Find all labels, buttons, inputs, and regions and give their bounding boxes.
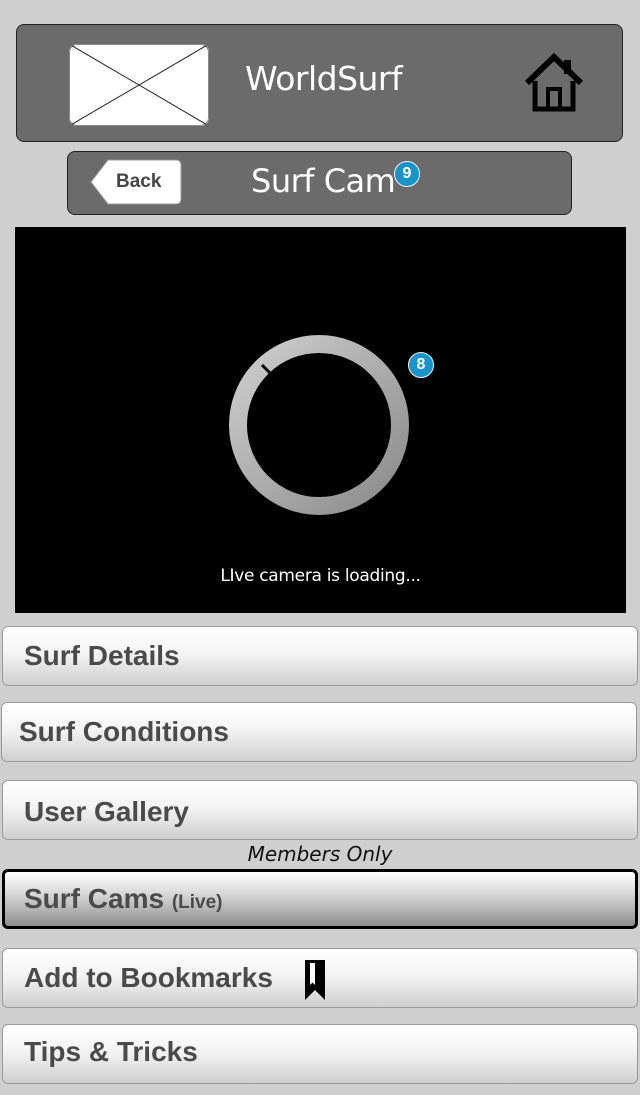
app-header: WorldSurf (16, 24, 623, 142)
surf-cams-label: Surf Cams (Live) (24, 883, 223, 915)
surf-conditions-button[interactable]: Surf Conditions (1, 702, 637, 762)
loading-message: LIve camera is loading... (220, 566, 421, 586)
live-camera-view[interactable]: 8 LIve camera is loading... (15, 227, 626, 613)
surf-details-button[interactable]: Surf Details (2, 626, 638, 686)
app-title: WorldSurf (245, 59, 403, 98)
add-to-bookmarks-button[interactable]: Add to Bookmarks (2, 948, 638, 1008)
add-to-bookmarks-label: Add to Bookmarks (24, 962, 273, 993)
user-gallery-label: User Gallery (24, 796, 189, 827)
surf-cams-live-tag: (Live) (171, 892, 223, 913)
user-gallery-button[interactable]: User Gallery (2, 780, 638, 840)
notification-badge: 9 (394, 161, 420, 187)
page-header: Back Surf Cam 9 (67, 151, 572, 215)
back-button[interactable]: Back (90, 159, 182, 205)
surf-cams-title: Surf Cams (24, 883, 165, 914)
back-button-label: Back (116, 171, 162, 192)
bookmark-icon (303, 958, 327, 1007)
loading-spinner-icon (228, 334, 410, 521)
members-only-note: Members Only (247, 842, 393, 866)
tips-and-tricks-button[interactable]: Tips & Tricks (2, 1024, 638, 1084)
surf-conditions-label: Surf Conditions (19, 716, 229, 747)
surf-details-label: Surf Details (24, 640, 180, 671)
page-title: Surf Cam (251, 162, 396, 200)
logo-placeholder-image (69, 44, 209, 126)
surf-cams-button[interactable]: Surf Cams (Live) (2, 869, 638, 929)
home-icon[interactable] (523, 52, 585, 118)
tips-and-tricks-label: Tips & Tricks (24, 1036, 198, 1067)
notification-badge: 8 (408, 352, 434, 378)
